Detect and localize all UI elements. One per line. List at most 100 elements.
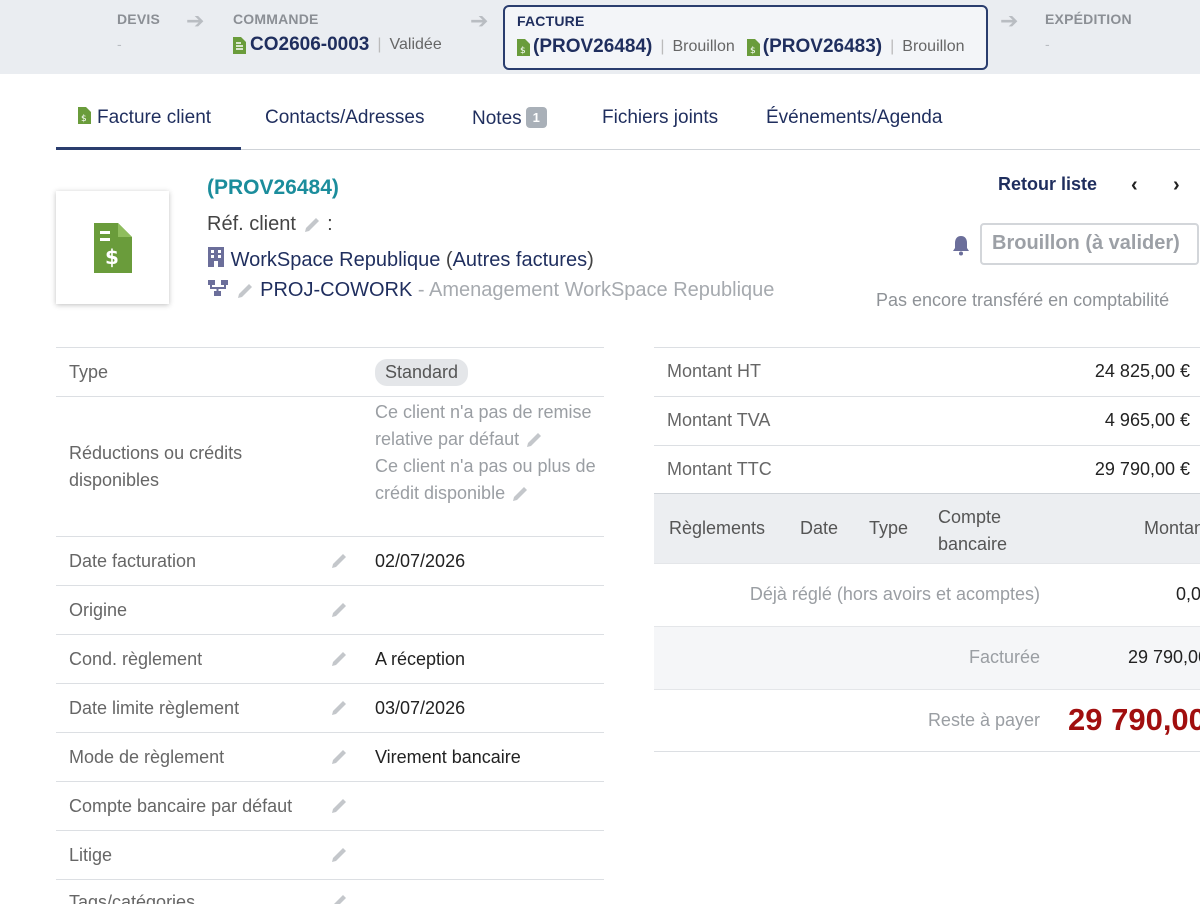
field-label: Cond. règlement [69,649,203,669]
invoice-fields-table: Type Standard Réductions ou crédits disp… [56,347,604,904]
project-label: - Amenagement WorkSpace Republique [412,279,775,301]
workflow-step-title: FACTURE [517,13,585,29]
amount-value: 29 790,00 € [1094,459,1190,479]
arrow-right-icon: ➔ [186,8,205,33]
arrow-right-icon: ➔ [1000,8,1019,33]
workflow-bar: DEVIS - ➔ COMMANDE CO2606-0003 | Validée… [0,0,1200,74]
edit-pencil-icon[interactable] [329,747,349,767]
invoice-ref: (PROV26484) [207,176,339,199]
workflow-step-empty: - [1045,36,1050,52]
invoice-link-2[interactable]: (PROV26483) [763,36,882,58]
thirdparty-row: WorkSpace Republique (Autres factures) [207,246,594,272]
field-value: A réception [375,649,466,669]
bell-icon[interactable] [951,234,971,256]
edit-pencil-icon[interactable] [329,796,349,816]
invoice-link-1[interactable]: (PROV26484) [533,36,652,58]
workflow-step-expedition: EXPÉDITION - [1045,11,1132,52]
field-label: Date facturation [69,551,197,571]
field-row-mode-reglement: Mode de règlement Virement bancaire [56,732,604,781]
column-header: Compte bancaire [938,507,1008,554]
field-row-origine: Origine [56,585,604,634]
edit-pencil-icon[interactable] [329,649,349,669]
column-header: Montant [1144,518,1200,538]
field-label: Type [69,362,109,382]
next-record-icon[interactable]: › [1173,174,1180,197]
workflow-step-empty: - [117,36,122,52]
previous-record-icon[interactable]: ‹ [1131,174,1138,197]
tab-evenements-agenda[interactable]: Événements/Agenda [766,96,942,149]
workflow-step-title: EXPÉDITION [1045,11,1132,27]
payment-row-invoiced: Facturée 29 790,00 [654,626,1200,689]
field-row-date-limite: Date limite règlement 03/07/2026 [56,683,604,732]
payment-row-remaining: Reste à payer 29 790,00 [654,689,1200,752]
workflow-step-title: DEVIS [117,11,161,27]
remaining-label: Reste à payer [927,710,1040,730]
field-value: 02/07/2026 [375,551,466,571]
amount-label: Montant TVA [667,410,771,430]
tab-label: Événements/Agenda [766,107,943,128]
field-label: Litige [69,845,113,865]
field-row-cond-reglement: Cond. règlement A réception [56,634,604,683]
workflow-step-facture: FACTURE $ (PROV26484) | Brouillon $ (PRO… [503,5,988,70]
invoice-logo: $ [56,191,169,304]
already-paid-value: 0,00 [1176,584,1200,604]
amount-value: 4 965,00 € [1104,410,1190,430]
tab-facture-client[interactable]: $ Facture client [56,96,241,150]
discount-info: Ce client n'a pas de remise relative par… [375,402,592,449]
amount-row-ttc: Montant TTC 29 790,00 € [654,445,1200,493]
tab-label: Notes [472,108,522,129]
remaining-value: 29 790,00 [1068,702,1200,737]
edit-pencil-icon[interactable] [329,892,349,904]
project-row: PROJ-COWORK - Amenagement WorkSpace Repu… [207,279,774,302]
workflow-step-title: COMMANDE [233,11,319,27]
column-header: Type [869,518,909,538]
field-row-date-facturation: Date facturation 02/07/2026 [56,536,604,585]
field-row-tags: Tags/catégories [56,879,604,904]
svg-text:$: $ [750,46,756,56]
customer-ref-row: Réf. client : [207,213,333,235]
invoiced-label: Facturée [968,647,1040,667]
field-label: Tags/catégories [69,892,196,904]
svg-text:$: $ [520,46,526,56]
invoice-doc-icon: $ [93,222,132,273]
thirdparty-link[interactable]: WorkSpace Republique [231,249,441,271]
field-row-litige: Litige [56,830,604,879]
tab-notes[interactable]: Notes 1 [472,96,547,149]
svg-text:$: $ [81,114,87,124]
edit-pencil-icon[interactable] [302,215,322,235]
credit-info: Ce client n'a pas ou plus de crédit disp… [375,456,596,503]
invoice-doc-icon: $ [517,38,530,56]
tab-bar: $ Facture client Contacts/Adresses Notes 1… [56,96,1200,150]
tab-label: Contacts/Adresses [265,107,425,128]
amount-label: Montant HT [667,361,762,381]
edit-pencil-icon[interactable] [235,281,255,301]
invoice-doc-icon: $ [78,107,91,124]
project-icon [208,280,228,296]
back-to-list-link[interactable]: Retour liste [998,174,1097,195]
type-pill: Standard [375,359,469,386]
field-value: Virement bancaire [375,747,521,767]
invoice-status-1: Brouillon [672,38,735,55]
edit-pencil-icon[interactable] [329,845,349,865]
column-header: Date [800,518,839,538]
building-icon [208,247,224,267]
edit-pencil-icon[interactable] [329,698,349,718]
edit-pencil-icon[interactable] [524,430,544,450]
field-row-compte-bancaire: Compte bancaire par défaut [56,781,604,830]
project-link[interactable]: PROJ-COWORK [260,279,412,301]
status-badge: Brouillon (à valider) [980,223,1199,265]
already-paid-label: Déjà réglé (hors avoirs et acomptes) [749,584,1040,604]
other-invoices-link[interactable]: Autres factures [453,249,588,271]
order-link[interactable]: CO2606-0003 [250,34,369,56]
edit-pencil-icon[interactable] [510,484,530,504]
arrow-right-icon: ➔ [470,8,489,33]
field-label: Origine [69,600,128,620]
tab-fichiers-joints[interactable]: Fichiers joints [602,96,718,149]
tab-contacts-adresses[interactable]: Contacts/Adresses [265,96,424,149]
tab-label: Facture client [97,107,212,128]
edit-pencil-icon[interactable] [329,600,349,620]
field-label: Date limite règlement [69,698,240,718]
edit-pencil-icon[interactable] [329,551,349,571]
order-status: Validée [389,36,442,53]
field-value: 03/07/2026 [375,698,466,718]
